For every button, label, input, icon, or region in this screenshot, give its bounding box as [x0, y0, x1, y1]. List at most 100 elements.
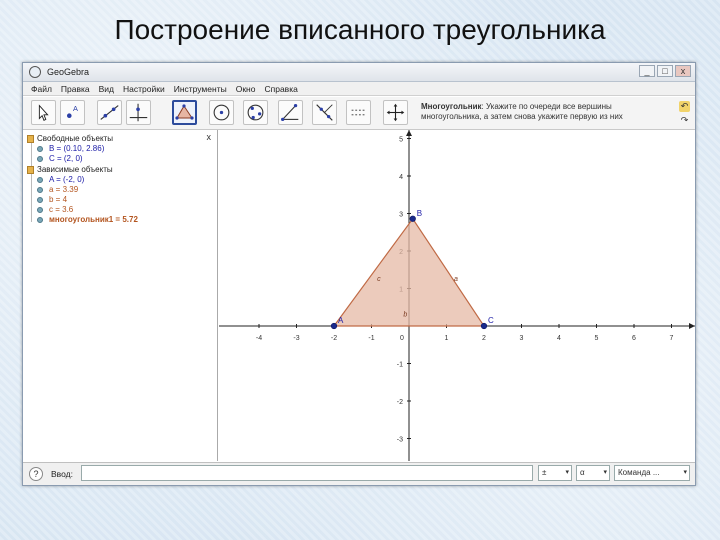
list-item[interactable]: b = 4	[37, 195, 67, 204]
visibility-dot-icon[interactable]	[37, 206, 43, 213]
menu-help[interactable]: Справка	[264, 84, 297, 94]
vertex-point	[480, 322, 488, 330]
vertex-point	[330, 322, 338, 330]
folder-icon	[27, 134, 34, 143]
greek-combo-value: α	[580, 468, 585, 477]
circle-tool-button[interactable]	[209, 100, 234, 125]
list-item[interactable]: C = (2, 0)	[37, 154, 83, 163]
list-item[interactable]: c = 3.6	[37, 205, 73, 214]
list-item[interactable]: многоугольник1 = 5.72	[37, 215, 138, 224]
object-value: b = 4	[49, 195, 68, 204]
triangle-polygon	[332, 217, 486, 327]
point-tool-button[interactable]: A	[60, 100, 85, 125]
menu-settings[interactable]: Настройки	[123, 84, 165, 94]
slide-title: Построение вписанного треугольника	[114, 14, 606, 45]
minimize-button[interactable]: _	[639, 65, 655, 77]
menu-bar: Файл Правка Вид Настройки Инструменты Ок…	[23, 82, 695, 96]
vertex-label: A	[338, 316, 344, 325]
reflect-tool-icon	[316, 104, 333, 121]
text-tool-button[interactable]	[346, 100, 371, 125]
visibility-dot-icon[interactable]	[37, 145, 43, 152]
x-tick-label: 1	[445, 335, 449, 342]
algebra-close-icon[interactable]: x	[207, 132, 212, 142]
input-help-button[interactable]: ?	[29, 467, 43, 481]
ellipse-tool-icon	[247, 104, 264, 121]
menu-tools[interactable]: Инструменты	[174, 84, 227, 94]
visibility-dot-icon[interactable]	[37, 176, 43, 183]
visibility-dot-icon[interactable]	[37, 196, 43, 203]
line-tool-icon	[100, 105, 119, 120]
x-tick-label: 0	[400, 335, 404, 342]
menu-view[interactable]: Вид	[99, 84, 114, 94]
input-field[interactable]	[81, 465, 533, 481]
line-tool-button[interactable]	[97, 100, 122, 125]
x-tick-label: 6	[632, 335, 636, 342]
move-view-tool-button[interactable]	[383, 100, 408, 125]
vertex-label: B	[417, 209, 422, 218]
y-tick-label: 5	[399, 137, 403, 144]
x-tick-label: 2	[482, 335, 486, 342]
visibility-dot-icon[interactable]	[37, 186, 43, 193]
tool-help-text: Многоугольник: Укажите по очереди все ве…	[421, 102, 661, 122]
redo-icon[interactable]: ↷	[679, 115, 690, 126]
x-tick-label: -4	[256, 335, 262, 342]
greek-combo[interactable]: α ▾	[576, 465, 610, 481]
list-item[interactable]: a = 3.39	[37, 185, 78, 194]
group-label: Свободные объекты	[37, 134, 113, 143]
maximize-button[interactable]: □	[657, 65, 673, 77]
menu-window[interactable]: Окно	[236, 84, 256, 94]
x-axis-arrow	[689, 323, 695, 329]
title-bar: GeoGebra _ □ x	[23, 63, 695, 82]
visibility-dot-icon[interactable]	[37, 216, 43, 223]
x-tick-label: 4	[557, 335, 561, 342]
object-value: C = (2, 0)	[49, 154, 83, 163]
polygon-tool-icon	[175, 104, 194, 120]
perpendicular-tool-icon	[129, 103, 148, 122]
chevron-down-icon: ▾	[565, 469, 569, 476]
tree-connector	[31, 142, 32, 222]
edge-label: b	[403, 312, 407, 319]
polygon-tool-button[interactable]	[172, 100, 197, 125]
y-tick-label: 3	[399, 212, 403, 219]
graphics-canvas[interactable]: -4-3-2-10123456754321-1-2-3cabABC	[219, 130, 695, 461]
close-button[interactable]: x	[675, 65, 691, 77]
dependent-objects-group[interactable]: Зависимые объекты	[27, 165, 113, 174]
ellipse-tool-button[interactable]	[243, 100, 268, 125]
graphics-view[interactable]: -4-3-2-10123456754321-1-2-3cabABC	[219, 130, 695, 461]
reflect-tool-button[interactable]	[312, 100, 337, 125]
free-objects-group[interactable]: Свободные объекты	[27, 134, 113, 143]
object-value: a = 3.39	[49, 185, 79, 194]
input-label: Ввод:	[51, 469, 73, 479]
vertex-label: C	[488, 316, 494, 325]
move-tool-icon	[38, 104, 49, 121]
y-tick-label: -2	[397, 399, 403, 406]
text-tool-icon	[351, 109, 366, 116]
angle-tool-button[interactable]	[278, 100, 303, 125]
move-tool-button[interactable]	[31, 100, 56, 125]
undo-redo-group: ↶ ↷	[679, 101, 691, 129]
symbols-combo-value: ±	[542, 468, 547, 477]
menu-edit[interactable]: Правка	[61, 84, 90, 94]
menu-file[interactable]: Файл	[31, 84, 52, 94]
list-item[interactable]: A = (-2, 0)	[37, 175, 84, 184]
y-axis-arrow	[406, 130, 412, 136]
command-combo-value: Команда ...	[618, 468, 660, 477]
object-value: A = (-2, 0)	[49, 175, 85, 184]
list-item[interactable]: B = (0.10, 2.86)	[37, 144, 104, 153]
point-tool-icon: A	[66, 104, 78, 119]
x-tick-label: 7	[670, 335, 674, 342]
symbols-combo[interactable]: ± ▾	[538, 465, 572, 481]
perpendicular-tool-button[interactable]	[126, 100, 151, 125]
angle-tool-icon	[281, 103, 299, 122]
command-combo[interactable]: Команда ... ▾	[614, 465, 690, 481]
y-tick-label: -1	[397, 362, 403, 369]
move-view-tool-icon	[386, 103, 405, 122]
undo-icon[interactable]: ↶	[679, 101, 690, 112]
visibility-dot-icon[interactable]	[37, 155, 43, 162]
object-value: B = (0.10, 2.86)	[49, 144, 105, 153]
edge-label: c	[377, 276, 381, 283]
x-tick-label: -2	[331, 335, 337, 342]
toolbar: A Многоугольник: Укажите по очереди все …	[23, 97, 695, 130]
vertex-point	[409, 215, 416, 222]
group-label: Зависимые объекты	[37, 165, 113, 174]
